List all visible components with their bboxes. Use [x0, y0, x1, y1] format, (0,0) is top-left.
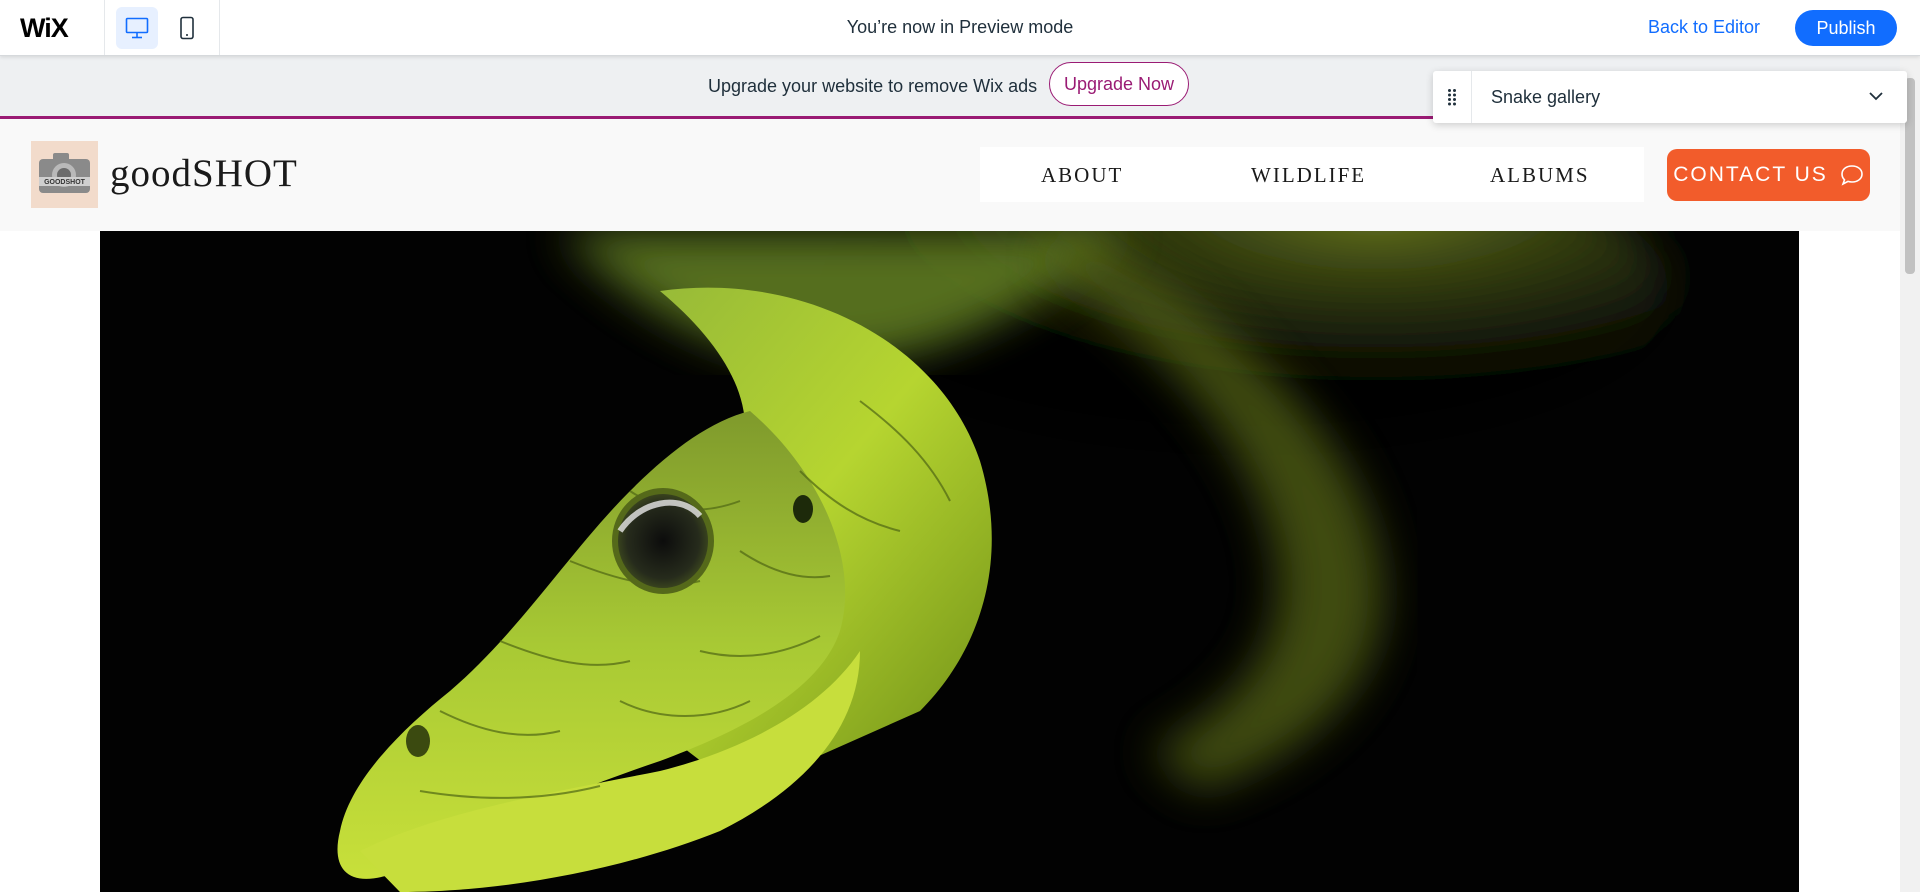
contact-us-label: CONTACT US — [1673, 163, 1828, 186]
site-header: GOODSHOT goodSHOT ABOUT WILDLIFE ALBUMS … — [0, 119, 1900, 231]
upgrade-now-button[interactable]: Upgrade Now — [1049, 62, 1189, 106]
drag-handle-icon[interactable] — [1433, 71, 1472, 123]
site-logo[interactable]: GOODSHOT — [31, 141, 98, 208]
toolbar-divider — [219, 0, 220, 55]
svg-text:GOODSHOT: GOODSHOT — [44, 179, 86, 186]
mobile-icon — [180, 16, 194, 40]
snake-photo — [100, 231, 1799, 892]
camera-icon: GOODSHOT — [39, 153, 90, 193]
page-selector-value: Snake gallery — [1491, 87, 1601, 107]
contact-us-button[interactable]: CONTACT US — [1667, 149, 1870, 201]
desktop-icon — [125, 17, 149, 39]
upgrade-banner-text: Upgrade your website to remove Wix ads — [708, 76, 1038, 96]
desktop-view-button[interactable] — [116, 7, 158, 49]
publish-button[interactable]: Publish — [1795, 10, 1897, 46]
nav-item-albums[interactable]: ALBUMS — [1490, 163, 1590, 188]
back-to-editor-link[interactable]: Back to Editor — [1648, 17, 1760, 38]
mobile-view-button[interactable] — [166, 7, 208, 49]
site-navigation: ABOUT WILDLIFE ALBUMS — [980, 147, 1644, 202]
hero-snake-image[interactable] — [100, 231, 1799, 892]
nav-item-wildlife[interactable]: WILDLIFE — [1251, 163, 1366, 188]
page-scrollbar[interactable] — [1900, 56, 1920, 892]
preview-toolbar: WiX You’re now in Preview mode Back to E… — [0, 0, 1920, 56]
chat-bubble-icon — [1840, 165, 1863, 186]
nav-item-about[interactable]: ABOUT — [1041, 163, 1123, 188]
preview-mode-text: You’re now in Preview mode — [846, 17, 1074, 37]
site-brand-name[interactable]: goodSHOT — [110, 151, 298, 196]
page-selector-dropdown[interactable]: Snake gallery — [1433, 71, 1907, 123]
chevron-down-icon — [1869, 92, 1883, 101]
wix-logo[interactable]: WiX — [20, 13, 69, 44]
toolbar-divider — [104, 0, 105, 55]
